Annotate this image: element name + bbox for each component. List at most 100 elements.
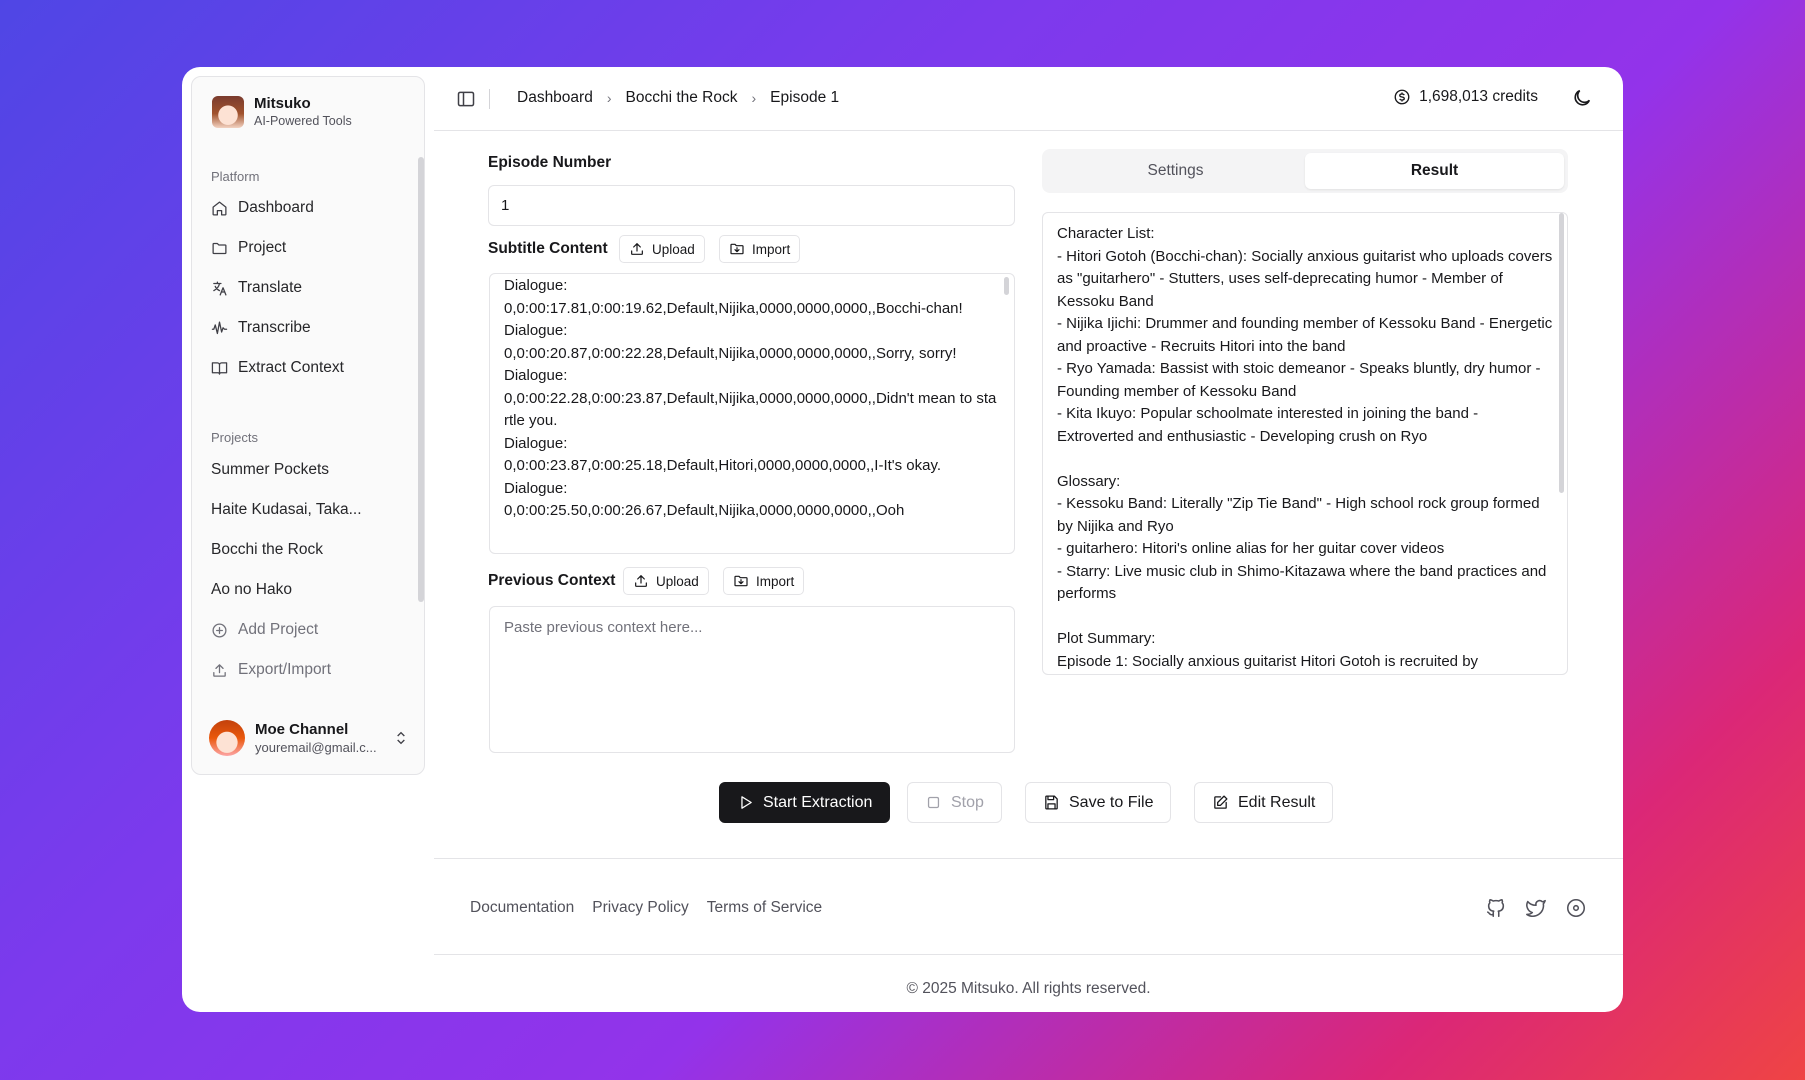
moon-icon[interactable] <box>1571 87 1593 109</box>
add-project-label: Add Project <box>238 621 319 638</box>
upload-icon <box>213 663 226 677</box>
export-import-button[interactable]: Export/Import <box>202 650 402 690</box>
play-icon <box>741 796 752 809</box>
start-extraction-label: Start Extraction <box>763 793 873 811</box>
discord-icon[interactable] <box>1565 897 1587 919</box>
project-item[interactable]: Summer Pockets <box>202 450 402 490</box>
terms-of-service-link[interactable]: Terms of Service <box>707 899 822 917</box>
projects-nav: Summer Pockets Haite Kudasai, Taka... Bo… <box>202 450 402 690</box>
square-icon <box>927 796 940 809</box>
stop-button[interactable]: Stop <box>907 782 1002 823</box>
start-extraction-button[interactable]: Start Extraction <box>719 782 891 823</box>
twitter-icon[interactable] <box>1525 897 1547 919</box>
home-icon <box>212 200 227 216</box>
book-open-icon <box>211 361 228 375</box>
breadcrumb-dashboard[interactable]: Dashboard <box>517 89 593 107</box>
subtitle-content-textarea[interactable]: Dialogue: 0,0:00:17.81,0:00:19.62,Defaul… <box>489 273 1015 554</box>
breadcrumb-project[interactable]: Bocchi the Rock <box>626 89 738 107</box>
import-label: Import <box>752 241 791 257</box>
github-icon[interactable] <box>1485 897 1507 919</box>
privacy-policy-link[interactable]: Privacy Policy <box>592 899 688 917</box>
social-links <box>1485 897 1587 919</box>
footer-links: Documentation Privacy Policy Terms of Se… <box>470 899 822 917</box>
subtitle-upload-button[interactable]: Upload <box>619 235 705 263</box>
sidebar-item-translate[interactable]: Translate <box>202 268 402 308</box>
copyright-text: © 2025 Mitsuko. All rights reserved. <box>906 980 1151 997</box>
folder-icon <box>212 242 227 254</box>
result-textarea[interactable]: Character List: - Hitori Gotoh (Bocchi-c… <box>1042 212 1568 675</box>
context-import-button[interactable]: Import <box>723 567 805 595</box>
header-divider <box>489 89 490 109</box>
sidebar-item-label: Project <box>238 239 287 256</box>
episode-number-input[interactable]: 1 <box>488 185 1015 226</box>
sidebar-item-label: Extract Context <box>238 359 344 376</box>
footer-divider <box>434 954 1623 955</box>
tab-settings[interactable]: Settings <box>1046 153 1305 189</box>
avatar <box>209 720 245 756</box>
project-item[interactable]: Ao no Hako <box>202 570 402 610</box>
credits-display[interactable]: 1,698,013 credits <box>1393 88 1538 106</box>
project-item[interactable]: Haite Kudasai, Taka... <box>202 490 402 530</box>
user-email: youremail@gmail.c... <box>255 740 377 755</box>
add-project-button[interactable]: Add Project <box>202 610 402 650</box>
stop-label: Stop <box>951 793 984 811</box>
sidebar-scrollbar[interactable] <box>418 157 424 602</box>
sidebar-toggle-icon[interactable] <box>456 89 476 109</box>
sidebar: Mitsuko AI-Powered Tools Platform Dashbo… <box>191 76 425 775</box>
user-name: Moe Channel <box>255 721 349 738</box>
plus-circle-icon <box>212 622 227 638</box>
save-to-file-button[interactable]: Save to File <box>1025 782 1172 823</box>
user-menu[interactable]: Moe Channel youremail@gmail.c... <box>209 720 409 756</box>
brand-tagline: AI-Powered Tools <box>254 114 352 128</box>
folder-import-icon <box>730 243 744 255</box>
top-bar: Dashboard › Bocchi the Rock › Episode 1 … <box>434 67 1623 131</box>
breadcrumb: Dashboard › Bocchi the Rock › Episode 1 <box>517 89 839 107</box>
breadcrumb-episode: Episode 1 <box>770 89 840 106</box>
sidebar-item-label: Translate <box>238 279 303 296</box>
sidebar-item-extract-context[interactable]: Extract Context <box>202 348 402 388</box>
project-item[interactable]: Bocchi the Rock <box>202 530 402 570</box>
save-icon <box>1045 795 1058 810</box>
edit-result-button[interactable]: Edit Result <box>1194 782 1334 823</box>
result-scrollbar[interactable] <box>1559 213 1564 493</box>
brand-name: Mitsuko <box>254 95 311 112</box>
tab-result[interactable]: Result <box>1305 153 1564 189</box>
upload-icon <box>631 243 643 255</box>
previous-context-label: Previous Context <box>488 572 616 589</box>
platform-section-label: Platform <box>211 169 260 184</box>
chevron-right-icon: › <box>606 90 612 106</box>
sidebar-item-transcribe[interactable]: Transcribe <box>202 308 402 348</box>
chevrons-up-down-icon <box>397 731 405 745</box>
settings-result-tabs: Settings Result <box>1042 149 1568 193</box>
subtitle-content-label: Subtitle Content <box>488 240 608 257</box>
save-to-file-label: Save to File <box>1069 793 1154 811</box>
footer: Documentation Privacy Policy Terms of Se… <box>434 858 1623 1012</box>
edit-icon <box>1214 795 1228 809</box>
languages-icon <box>213 280 227 296</box>
brand-logo <box>212 95 244 128</box>
chevron-right-icon: › <box>751 90 757 106</box>
sidebar-item-label: Transcribe <box>238 319 311 336</box>
coin-icon <box>1394 89 1410 105</box>
upload-icon <box>635 575 647 587</box>
import-label: Import <box>756 573 795 589</box>
audio-waveform-icon <box>211 320 228 334</box>
subtitle-scrollbar[interactable] <box>1004 277 1009 295</box>
context-upload-button[interactable]: Upload <box>623 567 709 595</box>
upload-label: Upload <box>652 241 695 257</box>
projects-section-label: Projects <box>211 430 258 445</box>
upload-label: Upload <box>656 573 699 589</box>
folder-import-icon <box>734 575 748 587</box>
credits-value: 1,698,013 credits <box>1419 88 1538 105</box>
app-window: Mitsuko AI-Powered Tools Platform Dashbo… <box>182 67 1623 1012</box>
subtitle-import-button[interactable]: Import <box>719 235 801 263</box>
export-import-label: Export/Import <box>238 661 332 678</box>
sidebar-item-dashboard[interactable]: Dashboard <box>202 188 402 228</box>
brand[interactable]: Mitsuko AI-Powered Tools <box>212 95 352 128</box>
previous-context-textarea[interactable]: Paste previous context here... <box>489 606 1015 753</box>
sidebar-item-project[interactable]: Project <box>202 228 402 268</box>
documentation-link[interactable]: Documentation <box>470 899 574 917</box>
platform-nav: Dashboard Project Translate Transcribe E… <box>202 188 402 388</box>
sidebar-item-label: Dashboard <box>238 199 314 216</box>
episode-number-label: Episode Number <box>488 154 612 171</box>
